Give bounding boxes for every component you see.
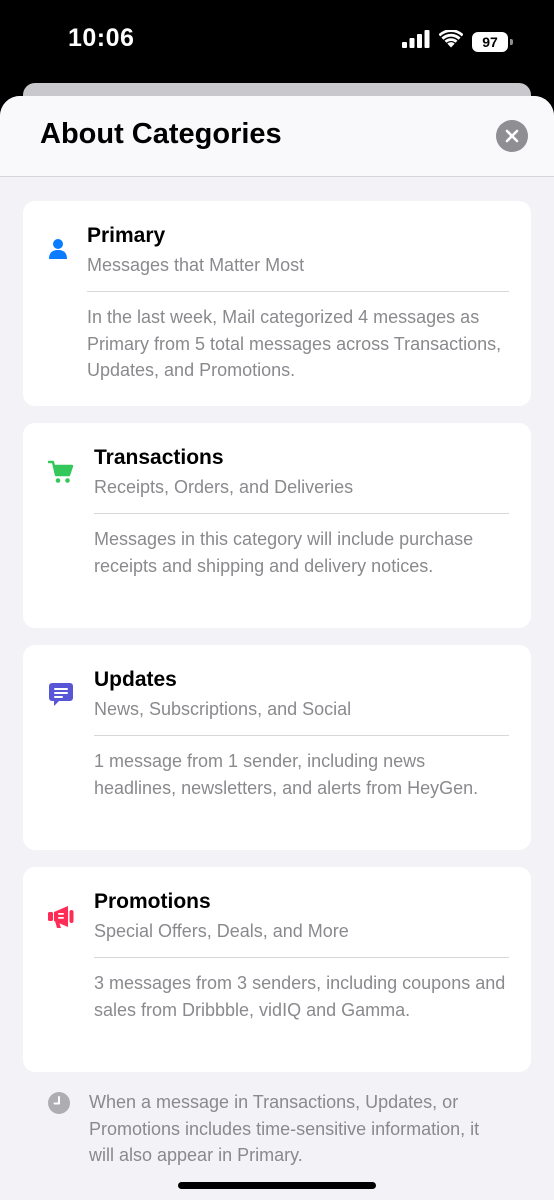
card-title: Primary: [87, 224, 166, 247]
category-card-promotions: Promotions Special Offers, Deals, and Mo…: [23, 867, 531, 1072]
card-subtitle: News, Subscriptions, and Social: [94, 699, 352, 719]
card-subtitle: Special Offers, Deals, and More: [94, 921, 349, 941]
sheet-header: About Categories: [0, 96, 554, 177]
card-description: In the last week, Mail categorized 4 mes…: [87, 307, 502, 380]
wifi-icon: [438, 29, 464, 53]
card-subtitle: Messages that Matter Most: [87, 255, 305, 275]
card-divider: [94, 513, 509, 514]
cart-icon: [47, 459, 75, 485]
about-categories-sheet: About Categories Primary Messages that M…: [0, 96, 554, 1200]
message-icon: [47, 681, 75, 709]
category-card-transactions: Transactions Receipts, Orders, and Deliv…: [23, 423, 531, 628]
footnote: When a message in Transactions, Updates,…: [0, 1084, 554, 1174]
card-description: 3 messages from 3 senders, including cou…: [94, 973, 506, 1020]
page-title: About Categories: [40, 118, 282, 150]
battery-icon: 97: [472, 31, 513, 52]
category-card-updates: Updates News, Subscriptions, and Social …: [23, 645, 531, 850]
close-icon: [505, 129, 519, 143]
card-title: Transactions: [94, 446, 224, 469]
card-divider: [87, 291, 509, 292]
card-subtitle: Receipts, Orders, and Deliveries: [94, 477, 354, 497]
battery-level: 97: [482, 33, 498, 50]
status-bar: 10:06 97: [0, 0, 554, 84]
status-time: 10:06: [68, 24, 135, 52]
footnote-text: When a message in Transactions, Updates,…: [89, 1092, 480, 1165]
card-title: Promotions: [94, 890, 211, 913]
card-description: 1 message from 1 sender, including news …: [94, 751, 479, 798]
home-indicator[interactable]: [178, 1182, 376, 1189]
close-button[interactable]: [496, 120, 528, 152]
card-title: Updates: [94, 668, 177, 691]
signal-icon: [402, 30, 430, 53]
megaphone-icon: [46, 903, 76, 931]
person-icon: [44, 234, 72, 264]
clock-icon: [48, 1092, 70, 1119]
card-description: Messages in this category will include p…: [94, 529, 474, 576]
category-card-primary: Primary Messages that Matter Most In the…: [23, 201, 531, 406]
card-divider: [94, 735, 509, 736]
status-icons: 97: [402, 29, 513, 53]
card-divider: [94, 957, 509, 958]
